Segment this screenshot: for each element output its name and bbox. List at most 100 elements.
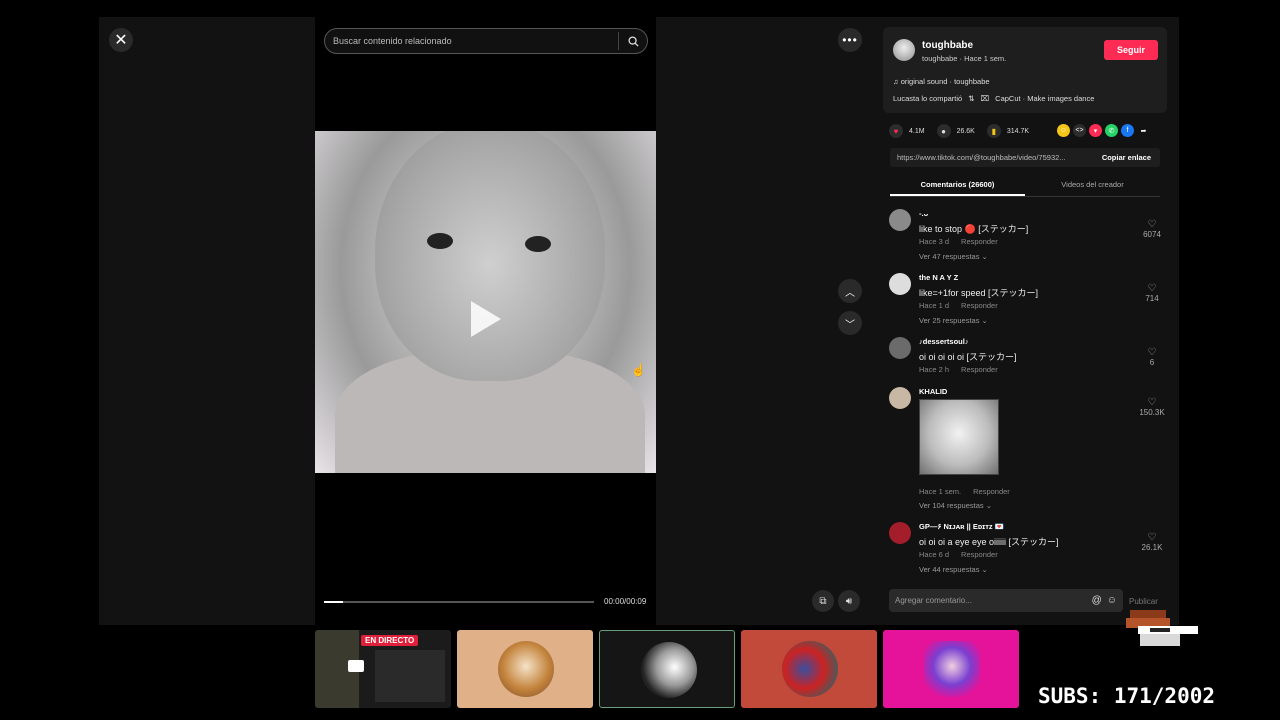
reply-button[interactable]: Responder	[961, 550, 998, 559]
baby-eye-left	[427, 233, 453, 249]
sound-link[interactable]: ♫ original sound · toughbabe	[893, 77, 990, 86]
whatsapp-icon[interactable]: ✆	[1105, 124, 1118, 137]
chevron-up-icon: ︿	[845, 287, 855, 299]
heart-outline-icon: ♡	[1147, 532, 1157, 543]
stream-thumbnail	[457, 630, 593, 708]
comment-item: KHALID Hace 1 sem. Responder Ver 104 resp…	[889, 387, 1169, 513]
commenter-avatar[interactable]	[889, 209, 911, 231]
comment-like[interactable]: ♡ 714	[1137, 283, 1167, 303]
comment-like[interactable]: ♡ 150.3K	[1137, 397, 1167, 417]
saves-count: 314.7K	[1006, 127, 1030, 135]
mini-player-button[interactable]: ⧉	[812, 590, 834, 612]
heart-icon[interactable]: ♥	[889, 124, 903, 138]
facebook-icon[interactable]: f	[1121, 124, 1134, 137]
previous-video-button[interactable]: ︿	[838, 279, 862, 303]
comment-image[interactable]	[919, 399, 999, 475]
creator-avatar[interactable]	[893, 39, 915, 61]
emoji-icon[interactable]: ☺	[1107, 595, 1117, 606]
comment-meta: Hace 1 sem. Responder	[919, 487, 1010, 496]
tab-comments[interactable]: Comentarios (26600)	[890, 177, 1025, 196]
mouse-cursor-icon: ☝	[631, 363, 646, 377]
comment-icon[interactable]: ●	[936, 124, 951, 138]
comment-like-count: 6	[1149, 358, 1155, 367]
commenter-avatar[interactable]	[889, 522, 911, 544]
comment-like[interactable]: ♡ 26.1K	[1137, 532, 1167, 552]
follow-button[interactable]: Seguir	[1104, 40, 1158, 60]
likes-count: 4.1M	[909, 127, 925, 135]
comment-text: oi oi oi a eye eye oiiiiii [ステッカー]	[919, 537, 1059, 547]
view-replies-button[interactable]: Ver 104 respuestas ⌄	[919, 501, 992, 510]
heart-outline-icon: ♡	[1147, 347, 1157, 358]
view-replies-button[interactable]: Ver 25 respuestas ⌄	[919, 316, 988, 325]
commenter-name[interactable]: -.ᴗ	[919, 209, 928, 218]
comment-item: ♪dessertsoul♪ oi oi oi oi oi [ステッカー] Hac…	[889, 337, 1169, 381]
view-replies-button[interactable]: Ver 47 respuestas ⌄	[919, 252, 988, 261]
creator-card: toughbabe toughbabe · Hace 1 sem. Seguir…	[883, 27, 1167, 113]
comment-time: Hace 2 h	[919, 365, 950, 374]
comment-meta: Hace 6 d Responder	[919, 550, 998, 559]
live-badge: EN DIRECTO	[361, 635, 419, 646]
commenter-name[interactable]: KHALID	[919, 387, 947, 396]
search-button[interactable]	[619, 35, 647, 47]
next-video-button[interactable]: ﹀	[838, 311, 862, 335]
commenter-name[interactable]: ♪dessertsoul♪	[919, 337, 969, 346]
comment-item: GP—۶ Nɪᴊᴀʀ || Eᴅɪᴛᴢ 💌 oi oi oi a eye eye…	[889, 522, 1169, 578]
heart-outline-icon: ♡	[1147, 397, 1157, 408]
more-options-button[interactable]: •••	[838, 28, 862, 52]
reply-button[interactable]: Responder	[961, 237, 998, 246]
comment-time: Hace 1 d	[919, 301, 950, 310]
shared-by[interactable]: Lucasta lo compartió	[893, 94, 962, 103]
comment-item: the N A Y Z like=+1for speed [ステッカー] Hac…	[889, 273, 1169, 333]
view-replies-button[interactable]: Ver 44 respuestas ⌄	[919, 565, 988, 574]
commenter-avatar[interactable]	[889, 387, 911, 409]
anime-character-image	[924, 641, 980, 697]
creator-subtitle: toughbabe · Hace 1 sem.	[922, 54, 1007, 63]
heart-outline-icon: ♡	[1147, 283, 1157, 294]
commenter-avatar[interactable]	[889, 337, 911, 359]
video-player[interactable]	[315, 131, 656, 473]
commenter-name[interactable]: GP—۶ Nɪᴊᴀʀ || Eᴅɪᴛᴢ 💌	[919, 522, 1004, 531]
comment-item: -.ᴗ like to stop 🔴 [ステッカー] Hace 3 d Respo…	[889, 209, 1169, 269]
repost-icon: ⇅	[968, 94, 975, 103]
capcut-icon: ⌧	[980, 94, 990, 103]
panel-tabs: Comentarios (26600) Videos del creador	[890, 177, 1160, 197]
chevron-down-icon: ﹀	[845, 319, 855, 331]
video-url: https://www.tiktok.com/@toughbabe/video/…	[897, 153, 1066, 162]
comment-meta: Hace 3 d Responder	[919, 237, 998, 246]
reply-button[interactable]: Responder	[961, 365, 998, 374]
close-button[interactable]: ✕	[109, 28, 133, 52]
comment-like[interactable]: ♡ 6	[1137, 347, 1167, 367]
reply-button[interactable]: Responder	[973, 487, 1010, 496]
video-progress-bar[interactable]	[324, 601, 594, 603]
volume-button[interactable]: 🔊︎	[838, 590, 860, 612]
friends-share-icon[interactable]: ☺	[1057, 124, 1070, 137]
effect-link[interactable]: CapCut · Make images dance	[995, 94, 1094, 103]
reply-button[interactable]: Responder	[961, 301, 998, 310]
bookmark-icon[interactable]: ▮	[986, 124, 1001, 138]
tab-creator-videos[interactable]: Videos del creador	[1025, 177, 1160, 196]
commenter-name[interactable]: the N A Y Z	[919, 273, 958, 282]
commenter-avatar[interactable]	[889, 273, 911, 295]
stream-thumbnail	[599, 630, 735, 708]
ellipsis-icon: •••	[842, 33, 858, 47]
comment-time: Hace 6 d	[919, 550, 950, 559]
shared-row: Lucasta lo compartió ⇅ ⌧ CapCut · Make i…	[893, 94, 1094, 103]
comment-like[interactable]: ♡ 6074	[1137, 219, 1167, 239]
send-icon[interactable]: ▾	[1089, 124, 1102, 137]
copy-link-button[interactable]: Copiar enlace	[1093, 153, 1160, 162]
creator-name[interactable]: toughbabe	[922, 40, 973, 51]
embed-icon[interactable]: <>	[1073, 124, 1086, 137]
comment-like-count: 6074	[1143, 230, 1161, 239]
comment-input[interactable]	[895, 596, 1087, 605]
video-modal: ✕ ••• ☝ ︿ ﹀ 00:00/00:09 ⧉ 🔊︎	[99, 17, 1179, 625]
play-icon[interactable]	[471, 301, 501, 337]
publish-button[interactable]: Publicar	[1129, 597, 1158, 606]
comment-text: oi oi oi oi oi [ステッカー]	[919, 352, 1017, 362]
link-row: https://www.tiktok.com/@toughbabe/video/…	[890, 148, 1160, 167]
share-arrow-icon[interactable]: ➦	[1137, 124, 1150, 137]
baby-face-image	[375, 131, 605, 381]
subs-counter: SUBS: 171/2002	[1038, 684, 1216, 708]
search-input[interactable]	[333, 36, 618, 46]
comment-meta: Hace 1 d Responder	[919, 301, 998, 310]
mention-icon[interactable]: @	[1092, 595, 1102, 606]
